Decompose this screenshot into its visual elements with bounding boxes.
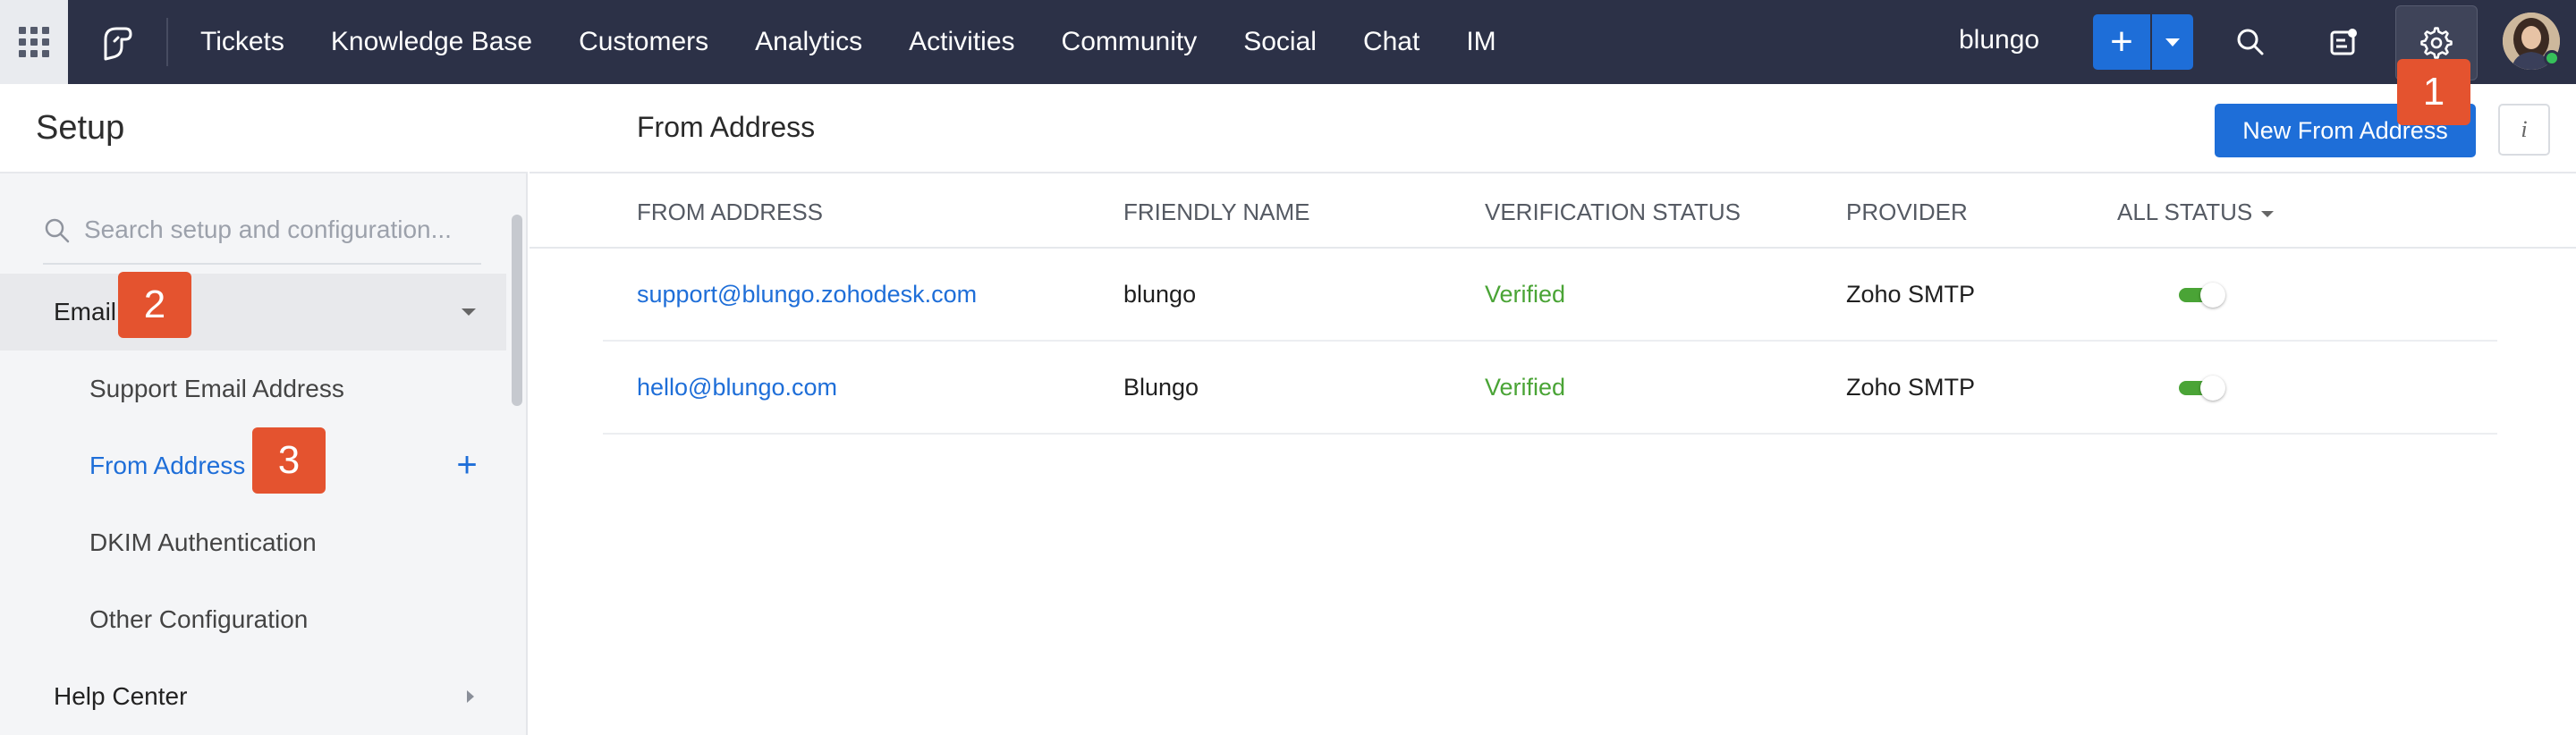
sidebar-item-label: Other Configuration: [89, 605, 309, 633]
column-header-friendly-name: FRIENDLY NAME: [1123, 199, 1310, 225]
search-icon: [45, 218, 70, 243]
table-header: FROM ADDRESS FRIENDLY NAME VERIFICATION …: [530, 175, 2576, 249]
logo-divider: [166, 18, 168, 66]
column-header-provider: PROVIDER: [1846, 199, 1968, 225]
add-icon[interactable]: +: [449, 447, 485, 483]
chevron-down-icon: [462, 308, 476, 316]
status-toggle[interactable]: [2179, 283, 2225, 308]
from-address-link[interactable]: support@blungo.zohodesk.com: [637, 281, 977, 308]
setup-search: [43, 199, 481, 265]
nav-activities[interactable]: Activities: [909, 27, 1014, 57]
grid-apps-icon[interactable]: [0, 0, 68, 84]
column-header-from-address: FROM ADDRESS: [637, 199, 824, 225]
chevron-down-icon: [2165, 38, 2180, 46]
page-title: From Address: [637, 111, 816, 143]
sidebar-section-help-center[interactable]: Help Center: [0, 658, 506, 735]
sidebar-section-email[interactable]: Email: [0, 274, 506, 351]
main-content: From Address New From Address i FROM ADD…: [530, 84, 2576, 735]
callout-badge-1: 1: [2397, 59, 2470, 125]
callout-badge-3: 3: [252, 427, 326, 494]
friendly-name-cell: blungo: [1123, 281, 1197, 308]
provider-cell: Zoho SMTP: [1846, 374, 1976, 401]
sidebar-item-dkim-authentication[interactable]: DKIM Authentication: [0, 504, 506, 581]
info-icon[interactable]: i: [2498, 104, 2550, 156]
sidebar-scrollbar[interactable]: [512, 215, 522, 406]
provider-cell: Zoho SMTP: [1846, 281, 1976, 308]
status-filter-label: ALL STATUS: [2117, 199, 2253, 225]
status-toggle[interactable]: [2179, 376, 2225, 401]
nav-knowledge-base[interactable]: Knowledge Base: [331, 27, 532, 57]
quick-add-dropdown-button[interactable]: [2152, 14, 2193, 70]
search-icon[interactable]: [2229, 21, 2272, 63]
chevron-right-icon: [467, 690, 474, 703]
sidebar-item-other-configuration[interactable]: Other Configuration: [0, 581, 506, 658]
sidebar-item-support-email-address[interactable]: Support Email Address: [0, 351, 506, 427]
table-row: support@blungo.zohodesk.com blungo Verif…: [603, 249, 2497, 342]
top-navigation-bar: Tickets Knowledge Base Customers Analyti…: [0, 0, 2576, 84]
sidebar-item-label: From Address: [89, 452, 246, 479]
setup-sidebar: Setup Email Support Email Address From A…: [0, 84, 528, 735]
table-row: hello@blungo.com Blungo Verified Zoho SM…: [603, 342, 2497, 435]
notes-icon[interactable]: [2322, 21, 2365, 63]
toggle-knob: [2200, 376, 2225, 401]
column-header-verification-status: VERIFICATION STATUS: [1485, 199, 1741, 225]
nav-im[interactable]: IM: [1466, 27, 1496, 57]
nav-social[interactable]: Social: [1243, 27, 1317, 57]
setup-title: Setup: [36, 109, 125, 147]
nav-analytics[interactable]: Analytics: [755, 27, 862, 57]
setup-menu: Email Support Email Address From Address…: [0, 274, 506, 735]
sidebar-item-label: Support Email Address: [89, 375, 344, 402]
nav-community[interactable]: Community: [1062, 27, 1198, 57]
gear-icon: [2420, 27, 2453, 59]
quick-add-button[interactable]: +: [2093, 14, 2150, 70]
callout-badge-2: 2: [118, 272, 191, 338]
toggle-knob: [2200, 283, 2225, 308]
main-nav: Tickets Knowledge Base Customers Analyti…: [200, 0, 1543, 84]
org-switcher[interactable]: blungo: [1959, 25, 2039, 55]
sidebar-section-label: Help Center: [54, 682, 188, 710]
nav-customers[interactable]: Customers: [579, 27, 708, 57]
sidebar-section-label: Email: [54, 298, 117, 325]
desk-logo-icon[interactable]: [95, 20, 140, 64]
setup-search-input[interactable]: [84, 207, 478, 252]
nav-chat[interactable]: Chat: [1363, 27, 1419, 57]
verification-status-cell: Verified: [1485, 281, 1566, 308]
nav-tickets[interactable]: Tickets: [200, 27, 284, 57]
verification-status-cell: Verified: [1485, 374, 1566, 401]
sidebar-item-label: DKIM Authentication: [89, 528, 317, 556]
from-address-link[interactable]: hello@blungo.com: [637, 374, 837, 401]
chevron-down-icon: [2261, 210, 2275, 217]
online-status-dot: [2544, 50, 2560, 66]
status-filter-dropdown[interactable]: ALL STATUS: [2117, 199, 2275, 226]
friendly-name-cell: Blungo: [1123, 374, 1199, 401]
page-header: From Address New From Address i: [530, 84, 2576, 173]
setup-header: Setup: [0, 84, 528, 173]
